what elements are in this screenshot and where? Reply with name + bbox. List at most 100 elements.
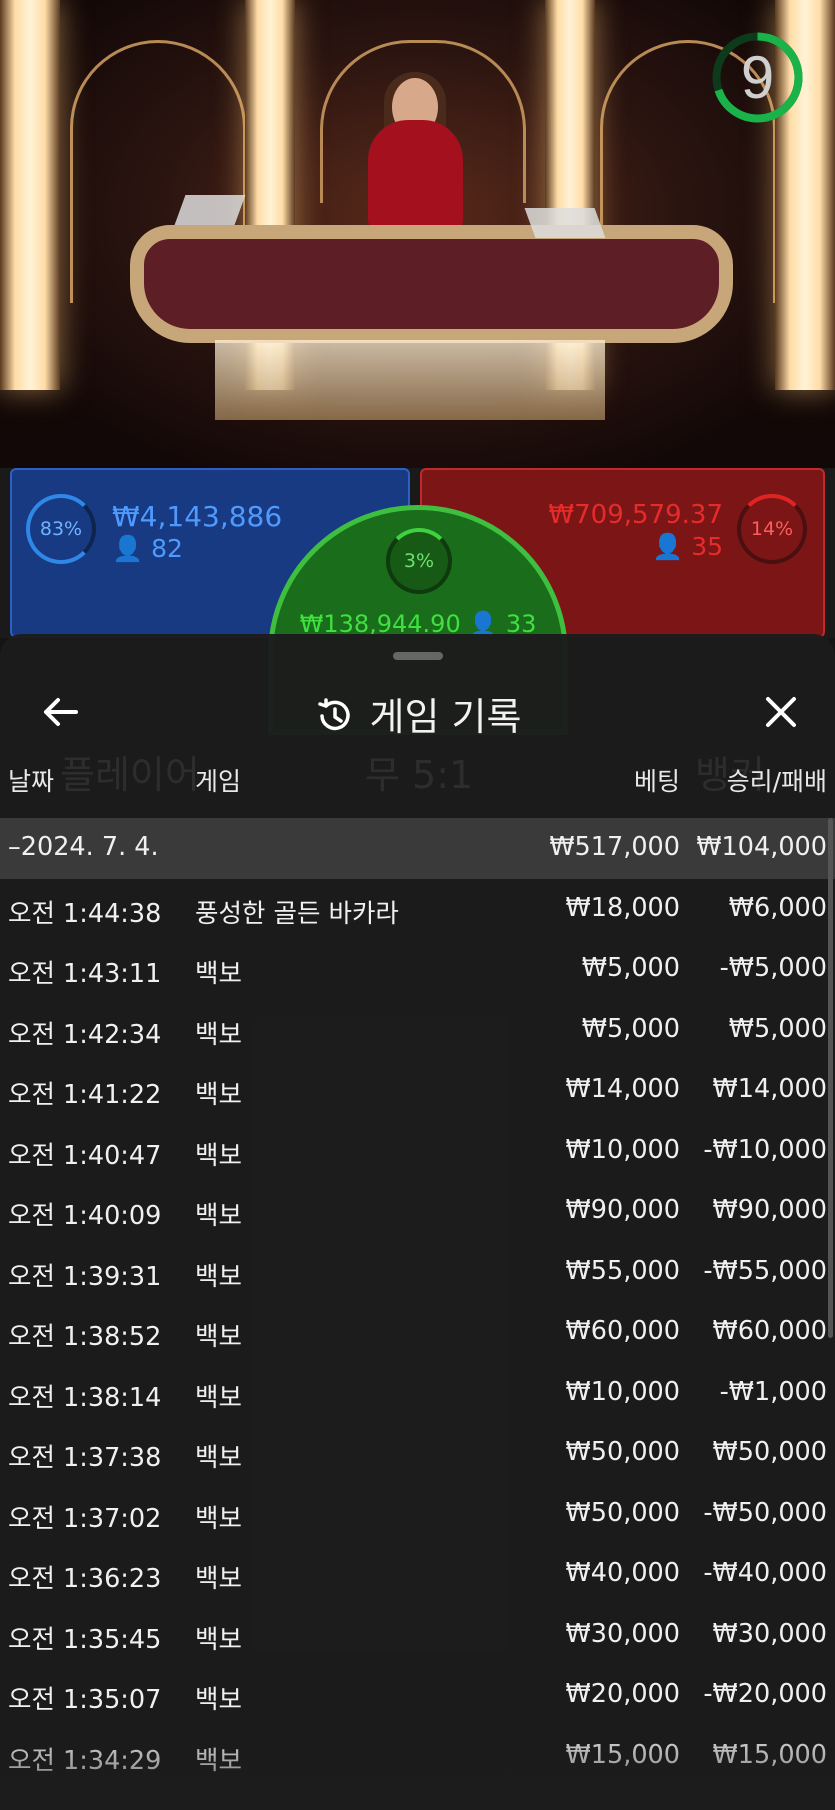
person-icon: 👤 — [652, 532, 684, 561]
table-header: 날짜 게임 베팅 승리/패배 — [0, 744, 835, 804]
summary-bet: ₩517,000 — [549, 832, 680, 862]
row-time: 오전 1:39:31 — [8, 1261, 162, 1292]
countdown-value: 9 — [740, 44, 775, 111]
row-game: 백보 — [195, 1019, 242, 1050]
close-button[interactable] — [753, 684, 809, 740]
row-game: 백보 — [195, 1443, 242, 1473]
row-game: 백보 — [195, 1140, 242, 1171]
row-bet: ₩90,000 — [565, 1195, 680, 1225]
sheet-title: 게임 기록 — [0, 686, 835, 741]
row-winloss: ₩30,000 — [712, 1618, 827, 1649]
row-bet: ₩60,000 — [565, 1316, 680, 1346]
column-date[interactable]: 날짜 — [8, 762, 54, 798]
row-bet: ₩55,000 — [565, 1255, 680, 1286]
tie-percent-ring: 3% — [386, 528, 452, 594]
banker-percent-ring: 14% — [737, 494, 807, 564]
row-bet: ₩10,000 — [565, 1134, 680, 1165]
history-icon — [317, 698, 350, 731]
date-summary-row[interactable]: –2024. 7. 4. ₩517,000 ₩104,000 — [0, 818, 835, 879]
row-game: 백보 — [195, 1080, 242, 1110]
row-time: 오전 1:37:38 — [8, 1443, 162, 1473]
scrollbar[interactable] — [828, 818, 833, 1338]
banker-total-amount: ₩709,579.37 — [548, 500, 723, 530]
banker-percent: 14% — [750, 518, 794, 540]
column-game[interactable]: 게임 — [195, 762, 241, 798]
player-percent: 83% — [39, 518, 83, 540]
tie-percent: 3% — [403, 550, 435, 572]
close-icon — [766, 697, 796, 727]
row-bet: ₩15,000 — [565, 1739, 680, 1770]
history-row[interactable]: 오전 1:44:38 풍성한 골든 바카라 ₩18,000 ₩6,000 — [0, 879, 835, 940]
history-row[interactable]: 오전 1:39:31 백보 ₩55,000 -₩55,000 — [0, 1242, 835, 1303]
row-bet: ₩40,000 — [565, 1558, 680, 1588]
history-row[interactable]: 오전 1:40:09 백보 ₩90,000 ₩90,000 — [0, 1181, 835, 1242]
game-history-sheet: 플레이어 무 5:1 뱅커 게임 기록 날짜 게임 베팅 승리/패배 –2024… — [0, 634, 835, 1810]
row-winloss: ₩15,000 — [712, 1739, 827, 1770]
column-bet[interactable]: 베팅 — [634, 762, 680, 798]
player-percent-ring: 83% — [26, 494, 96, 564]
row-winloss: -₩40,000 — [703, 1558, 827, 1588]
row-time: 오전 1:38:14 — [8, 1382, 162, 1413]
history-row[interactable]: 오전 1:42:34 백보 ₩5,000 ₩5,000 — [0, 1000, 835, 1061]
discard-tray — [524, 208, 606, 238]
row-bet: ₩10,000 — [565, 1376, 680, 1407]
baccarat-table — [130, 225, 733, 343]
row-time: 오전 1:40:09 — [8, 1201, 162, 1231]
row-winloss: ₩14,000 — [712, 1074, 827, 1104]
row-winloss: -₩20,000 — [703, 1679, 827, 1709]
row-winloss: -₩10,000 — [703, 1134, 827, 1165]
row-winloss: -₩50,000 — [703, 1497, 827, 1528]
history-row[interactable]: 오전 1:43:11 백보 ₩5,000 -₩5,000 — [0, 939, 835, 1000]
decor-pillar — [0, 0, 60, 390]
row-winloss: -₩5,000 — [719, 953, 827, 983]
row-winloss: ₩6,000 — [728, 892, 827, 923]
row-time: 오전 1:44:38 — [8, 898, 162, 929]
countdown-timer: 9 — [710, 30, 805, 125]
row-game: 백보 — [195, 1261, 242, 1292]
row-game: 백보 — [195, 1201, 242, 1231]
row-game: 백보 — [195, 1685, 242, 1715]
banker-bettor-count: 👤 35 — [652, 532, 723, 561]
row-bet: ₩5,000 — [581, 953, 680, 983]
row-winloss: ₩60,000 — [712, 1316, 827, 1346]
history-row[interactable]: 오전 1:34:29 백보 ₩15,000 ₩15,000 — [0, 1726, 835, 1787]
history-list: –2024. 7. 4. ₩517,000 ₩104,000 오전 1:44:3… — [0, 818, 835, 1786]
row-winloss: ₩50,000 — [712, 1437, 827, 1467]
row-game: 백보 — [195, 959, 242, 989]
history-row[interactable]: 오전 1:40:47 백보 ₩10,000 -₩10,000 — [0, 1121, 835, 1182]
summary-date: –2024. 7. 4. — [8, 832, 159, 862]
column-winloss[interactable]: 승리/패배 — [727, 762, 827, 798]
row-game: 백보 — [195, 1322, 242, 1352]
row-bet: ₩30,000 — [565, 1618, 680, 1649]
row-time: 오전 1:43:11 — [8, 959, 162, 989]
row-bet: ₩18,000 — [565, 892, 680, 923]
row-game: 백보 — [195, 1745, 242, 1776]
row-time: 오전 1:34:29 — [8, 1745, 162, 1776]
row-time: 오전 1:40:47 — [8, 1140, 162, 1171]
row-winloss: -₩1,000 — [719, 1376, 827, 1407]
row-game: 백보 — [195, 1624, 242, 1655]
sheet-drag-handle[interactable] — [393, 652, 443, 660]
row-time: 오전 1:42:34 — [8, 1019, 162, 1050]
history-row[interactable]: 오전 1:37:02 백보 ₩50,000 -₩50,000 — [0, 1484, 835, 1545]
history-row[interactable]: 오전 1:35:07 백보 ₩20,000 -₩20,000 — [0, 1665, 835, 1726]
card-shoe — [174, 195, 246, 225]
history-row[interactable]: 오전 1:35:45 백보 ₩30,000 ₩30,000 — [0, 1605, 835, 1666]
history-row[interactable]: 오전 1:37:38 백보 ₩50,000 ₩50,000 — [0, 1423, 835, 1484]
row-time: 오전 1:36:23 — [8, 1564, 162, 1594]
row-bet: ₩50,000 — [565, 1437, 680, 1467]
row-game: 백보 — [195, 1382, 242, 1413]
player-bettor-count: 👤 82 — [112, 534, 183, 563]
person-icon: 👤 — [112, 534, 144, 563]
row-game: 백보 — [195, 1564, 242, 1594]
row-bet: ₩14,000 — [565, 1074, 680, 1104]
history-row[interactable]: 오전 1:38:52 백보 ₩60,000 ₩60,000 — [0, 1302, 835, 1363]
row-game: 풍성한 골든 바카라 — [195, 898, 399, 929]
row-time: 오전 1:41:22 — [8, 1080, 162, 1110]
row-time: 오전 1:38:52 — [8, 1322, 162, 1352]
history-row[interactable]: 오전 1:41:22 백보 ₩14,000 ₩14,000 — [0, 1060, 835, 1121]
history-row[interactable]: 오전 1:36:23 백보 ₩40,000 -₩40,000 — [0, 1544, 835, 1605]
history-row[interactable]: 오전 1:38:14 백보 ₩10,000 -₩1,000 — [0, 1363, 835, 1424]
player-total-amount: ₩4,143,886 — [112, 500, 283, 533]
row-game: 백보 — [195, 1503, 242, 1534]
